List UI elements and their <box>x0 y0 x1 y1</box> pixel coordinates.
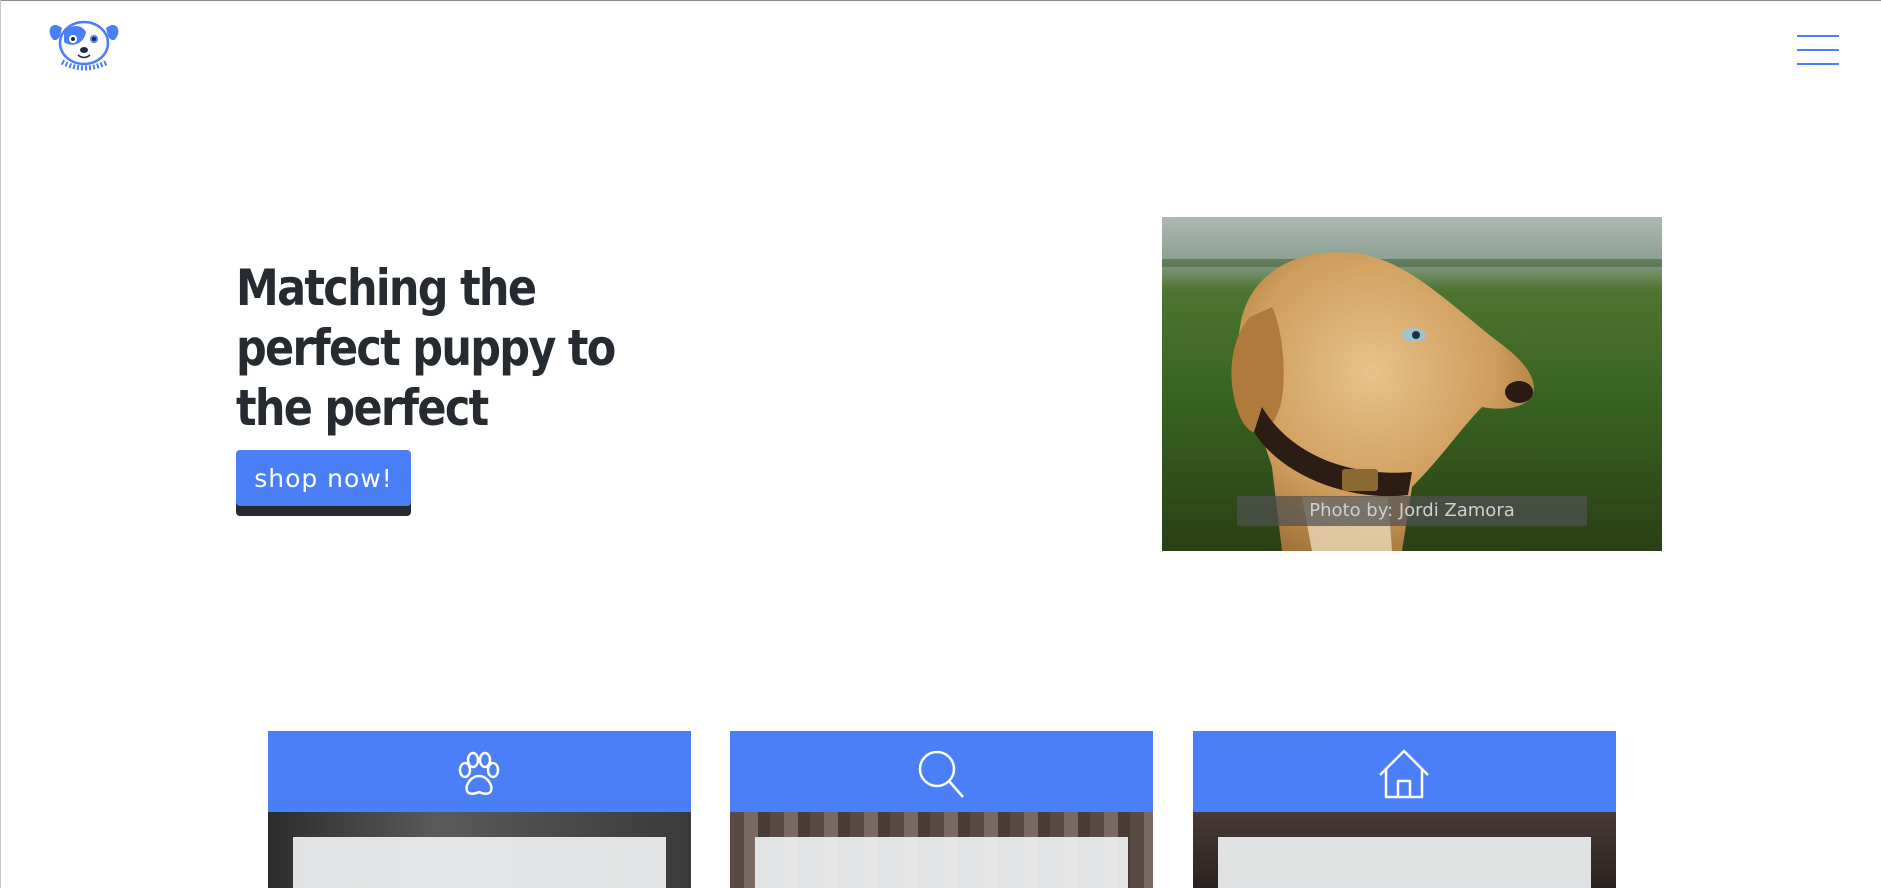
shop-now-button[interactable]: shop now! <box>236 450 411 506</box>
card-content-panel <box>293 837 666 888</box>
left-border <box>0 0 1 888</box>
paw-icon <box>449 743 509 803</box>
card-header: Scrolling ideas <box>1193 731 1616 812</box>
house-icon <box>1374 743 1434 803</box>
card-home[interactable]: Scrolling ideas <box>1193 731 1616 888</box>
card-header <box>268 731 691 812</box>
puppy-logo[interactable] <box>48 18 120 74</box>
top-border <box>0 0 1881 1</box>
card-photo <box>268 812 691 888</box>
hamburger-menu-icon[interactable] <box>1797 34 1839 66</box>
card-search[interactable] <box>730 731 1153 888</box>
card-photo <box>1193 812 1616 888</box>
photo-credit: Photo by: Jordi Zamora <box>1237 496 1587 526</box>
card-header <box>730 731 1153 812</box>
card-content-panel <box>1218 837 1591 888</box>
card-paw[interactable] <box>268 731 691 888</box>
card-overlay-text: Scrolling ideas <box>1226 736 1328 752</box>
search-icon <box>911 743 971 803</box>
hero-dog-photo: Photo by: Jordi Zamora <box>1162 217 1662 551</box>
card-content-panel <box>755 837 1128 888</box>
card-photo <box>730 812 1153 888</box>
